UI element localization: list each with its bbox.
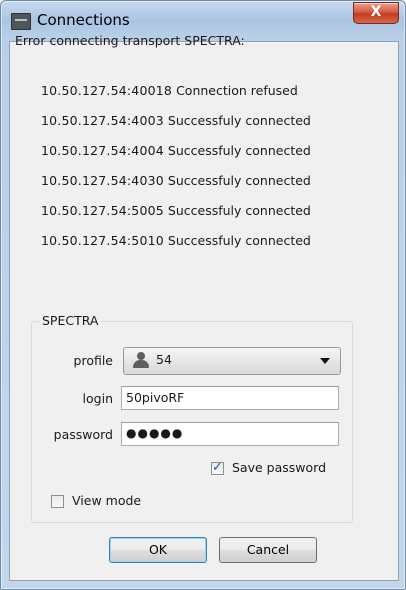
connection-address: 10.50.127.54:40018 — [41, 83, 173, 98]
profile-combobox[interactable]: 54 — [123, 347, 341, 375]
connection-address: 10.50.127.54:4003 — [41, 113, 164, 128]
login-label: login — [82, 391, 113, 406]
connection-status: Successfuly connected — [167, 143, 311, 158]
connection-row: 10.50.127.54:5010 Successfuly connected — [41, 231, 311, 261]
view-mode-label[interactable]: View mode — [72, 493, 141, 508]
save-password-label[interactable]: Save password — [232, 460, 326, 475]
close-button[interactable]: X — [353, 2, 399, 24]
user-icon — [132, 352, 150, 369]
cancel-button[interactable]: Cancel — [219, 537, 317, 563]
view-mode-checkbox[interactable] — [51, 495, 64, 508]
connection-status: Successfuly connected — [167, 173, 311, 188]
connection-row: 10.50.127.54:5005 Successfuly connected — [41, 201, 311, 231]
profile-value: 54 — [156, 352, 172, 367]
connection-row: 10.50.127.54:4003 Successfuly connected — [41, 111, 311, 141]
connection-status: Successfuly connected — [167, 113, 311, 128]
profile-label: profile — [73, 353, 113, 368]
connection-row: 10.50.127.54:4030 Successfuly connected — [41, 171, 311, 201]
connection-row: 10.50.127.54:40018 Connection refused — [41, 81, 311, 111]
connection-address: 10.50.127.54:4030 — [41, 173, 164, 188]
ok-button[interactable]: OK — [109, 537, 207, 563]
connection-status: Successfuly connected — [167, 203, 311, 218]
connection-list: 10.50.127.54:40018 Connection refused 10… — [41, 81, 311, 261]
groupbox-title: SPECTRA — [39, 313, 102, 328]
connection-status: Successfuly connected — [167, 233, 311, 248]
password-label: password — [53, 427, 113, 442]
password-input[interactable]: ●●●●● — [121, 422, 339, 446]
chevron-down-icon[interactable] — [320, 358, 330, 364]
login-input[interactable]: 50pivoRF — [121, 386, 339, 410]
connection-address: 10.50.127.54:4004 — [41, 143, 164, 158]
connection-status: Connection refused — [176, 83, 298, 98]
connection-address: 10.50.127.54:5010 — [41, 233, 164, 248]
save-password-checkbox[interactable] — [211, 460, 224, 475]
error-heading: Error connecting transport SPECTRA: — [15, 33, 245, 48]
connection-address: 10.50.127.54:5005 — [41, 203, 164, 218]
app-window-icon — [11, 13, 31, 30]
window-title: Connections — [37, 11, 130, 29]
connections-window: Connections X Error connecting transport… — [0, 0, 406, 590]
connection-row: 10.50.127.54:4004 Successfuly connected — [41, 141, 311, 171]
